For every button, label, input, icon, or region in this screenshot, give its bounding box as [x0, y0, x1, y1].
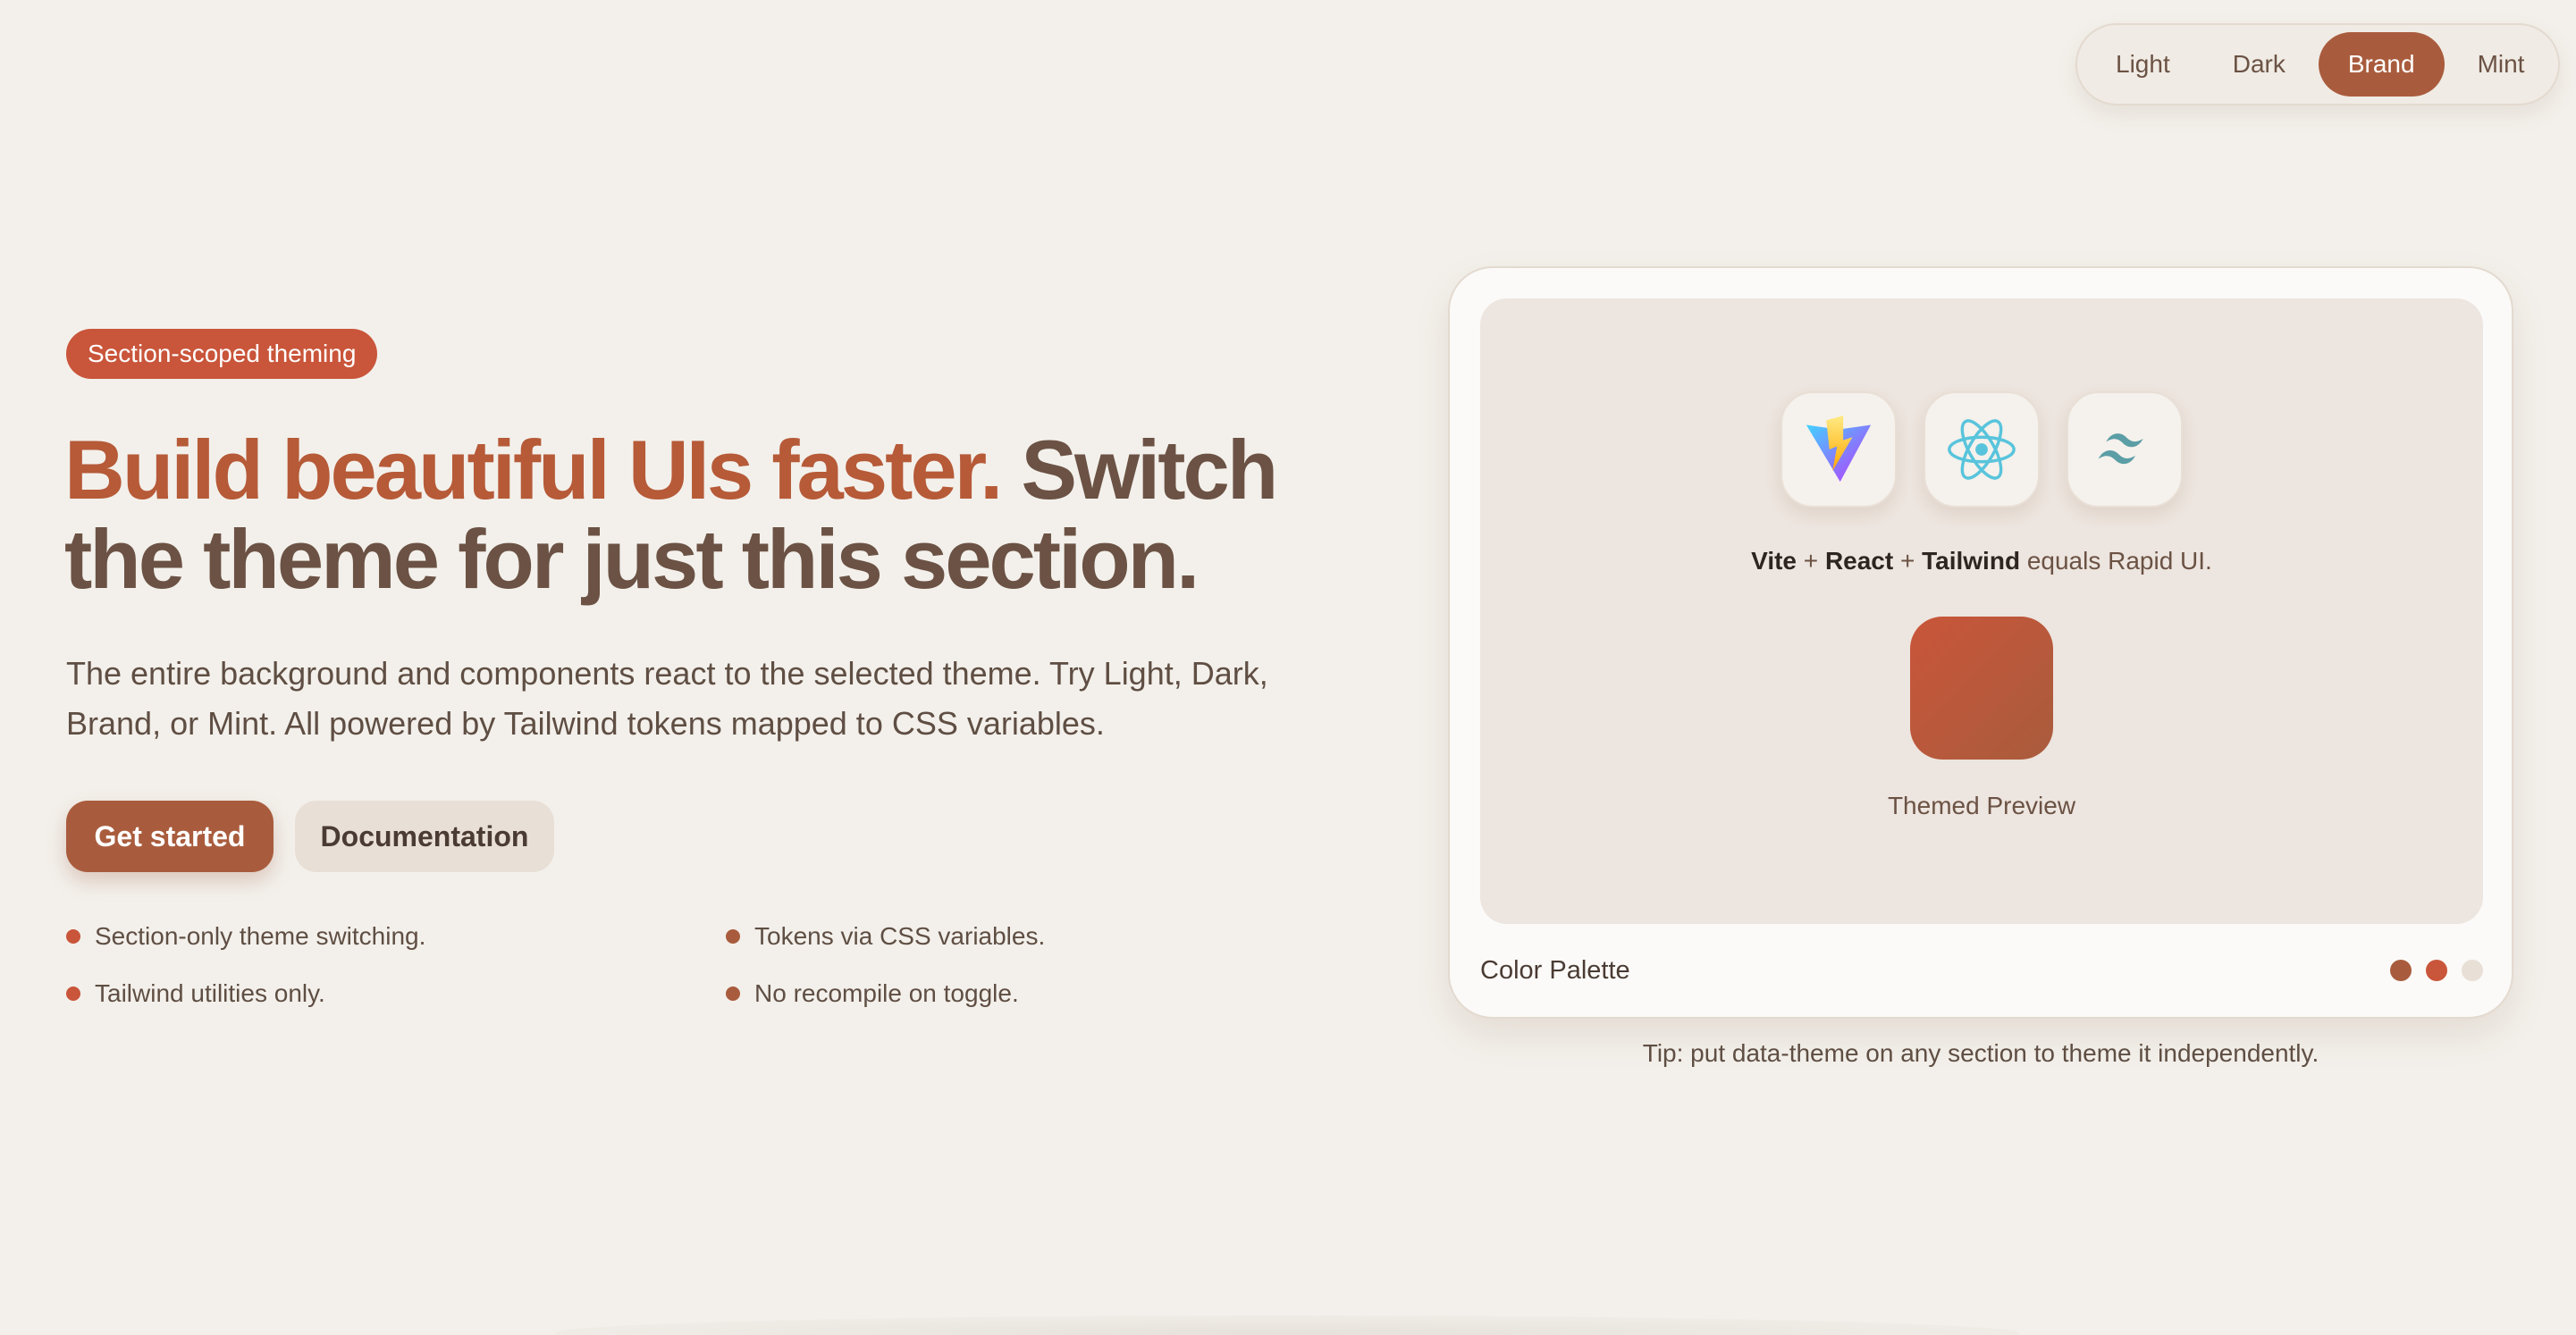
tagline-plus: +	[1803, 547, 1819, 575]
palette-dot	[2462, 960, 2483, 981]
feature-item: Section-only theme switching.	[66, 922, 425, 951]
hero-headline: Build beautiful UIs faster. Switch the t…	[64, 425, 1334, 604]
feature-item: Tailwind utilities only.	[66, 979, 325, 1008]
headline-accent: Build beautiful UIs faster.	[64, 423, 1003, 516]
tagline-react: React	[1824, 547, 1894, 575]
feature-text: Tokens via CSS variables.	[754, 922, 1046, 950]
tagline-tailwind: Tailwind	[1922, 547, 2021, 575]
palette-dot	[2390, 960, 2412, 981]
swatch-label: Themed Preview	[1887, 792, 2076, 819]
section-badge: Section-scoped theming	[66, 329, 378, 379]
vite-logo-icon	[1806, 416, 1872, 483]
tip-text: Tip: put data-theme on any section to th…	[1642, 1039, 2319, 1067]
bullet-dot	[726, 987, 740, 1001]
tagline-plus: +	[1899, 547, 1915, 575]
documentation-button[interactable]: Documentation	[295, 801, 554, 872]
tailwind-logo-tile	[2067, 391, 2183, 508]
get-started-button[interactable]: Get started	[66, 801, 274, 872]
preview-card: Vite + React + Tailwind equals Rapid UI.…	[1448, 266, 2513, 1019]
tagline-suffix: equals Rapid UI.	[2026, 547, 2212, 575]
headline-rest-line1: Switch	[1021, 423, 1278, 516]
palette-label: Color Palette	[1480, 956, 1630, 985]
stack-tagline: Vite + React + Tailwind equals Rapid UI.	[1480, 547, 2483, 575]
theme-switcher: Light Dark Brand Mint	[2075, 23, 2560, 105]
theme-option-mint[interactable]: Mint	[2448, 32, 2555, 97]
landing-page: Light Dark Brand Mint Section-scoped the…	[0, 0, 2576, 1335]
feature-text: Tailwind utilities only.	[95, 979, 325, 1007]
react-logo-icon	[1948, 419, 2016, 480]
theme-option-brand[interactable]: Brand	[2318, 32, 2445, 97]
palette-dot	[2426, 960, 2447, 981]
theme-option-dark[interactable]: Dark	[2203, 32, 2315, 97]
preview-canvas: Vite + React + Tailwind equals Rapid UI.…	[1480, 298, 2483, 924]
feature-list: Section-only theme switching. Tokens via…	[66, 922, 1067, 1012]
bullet-dot	[66, 929, 80, 944]
theme-swatch	[1910, 617, 2053, 760]
bullet-dot	[726, 929, 740, 944]
bullet-dot	[66, 987, 80, 1001]
react-logo-tile	[1924, 391, 2040, 508]
feature-text: No recompile on toggle.	[754, 979, 1019, 1007]
palette-dots	[2390, 960, 2483, 981]
feature-item: Tokens via CSS variables.	[726, 922, 1045, 951]
theme-option-light[interactable]: Light	[2086, 32, 2200, 97]
tailwind-logo-icon	[2098, 433, 2143, 465]
vite-logo-tile	[1780, 391, 1897, 508]
bottom-divider-shadow	[554, 1315, 2020, 1335]
headline-rest-line2: the theme for just this section.	[64, 512, 1200, 606]
feature-item: No recompile on toggle.	[726, 979, 1019, 1008]
hero-description: The entire background and components rea…	[66, 655, 1268, 742]
tagline-vite: Vite	[1751, 547, 1797, 575]
feature-text: Section-only theme switching.	[95, 922, 426, 950]
